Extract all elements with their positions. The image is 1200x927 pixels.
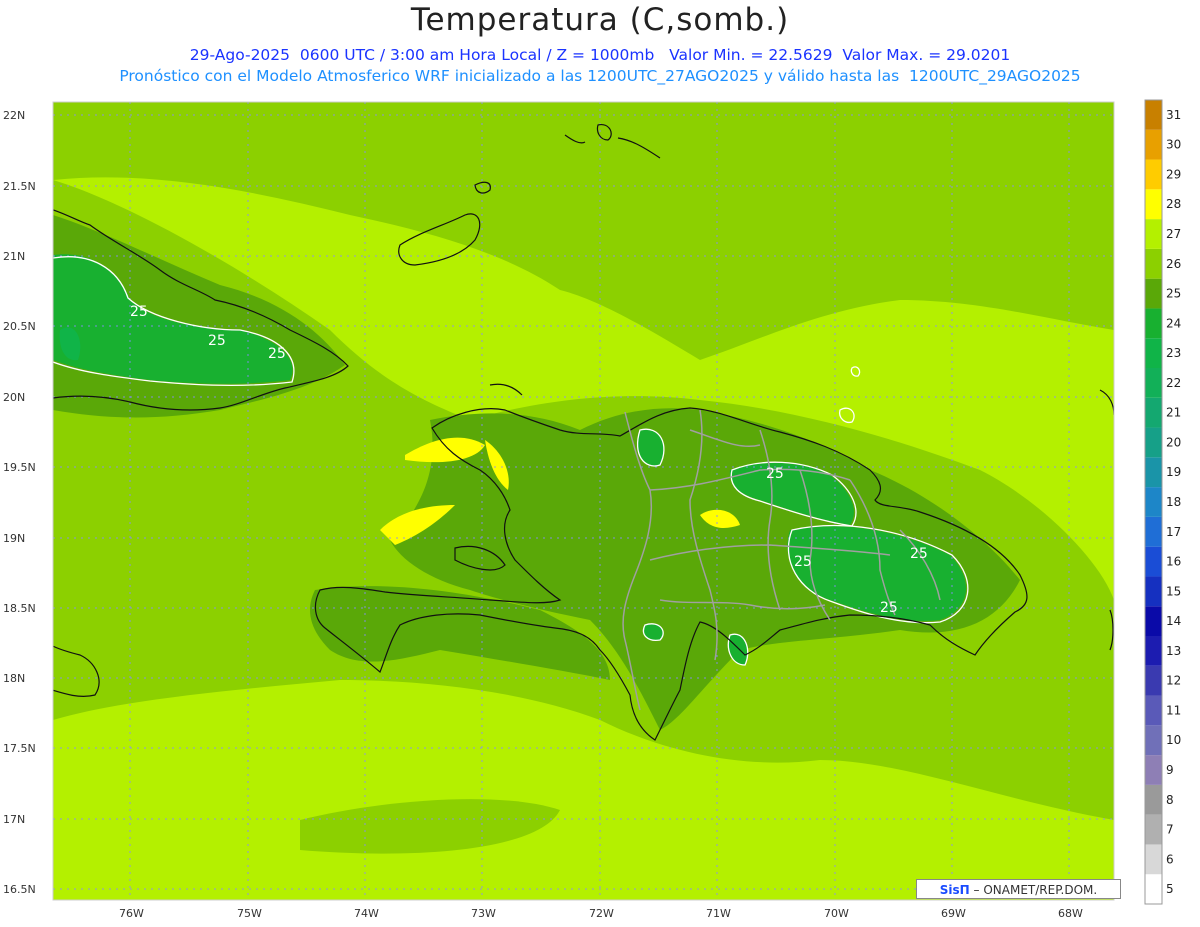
colorbar-swatch (1145, 814, 1162, 845)
contour-label-25: 25 (880, 600, 898, 616)
sispi-logo-text: SisΠ (939, 883, 970, 897)
colorbar-swatch (1145, 159, 1162, 190)
colorbar-label: 27 (1166, 227, 1181, 241)
colorbar-label: 12 (1166, 674, 1181, 688)
lat-label: 18N (3, 672, 25, 685)
colorbar-swatch (1145, 784, 1162, 815)
colorbar-label: 23 (1166, 346, 1181, 360)
colorbar-label: 20 (1166, 435, 1181, 449)
colorbar-label: 14 (1166, 614, 1181, 628)
colorbar-swatch (1145, 100, 1162, 130)
colorbar-swatch (1145, 695, 1162, 726)
colorbar-swatch (1145, 308, 1162, 339)
contour-label-25: 25 (910, 546, 928, 562)
colorbar-label: 5 (1166, 882, 1174, 896)
colorbar-label: 28 (1166, 197, 1181, 211)
colorbar-label: 26 (1166, 257, 1181, 271)
lon-label: 69W (941, 907, 966, 920)
lat-label: 18.5N (3, 602, 36, 615)
contour-label-25: 25 (794, 554, 812, 570)
colorbar-label: 31 (1166, 108, 1181, 122)
contour-label-25: 25 (208, 333, 226, 349)
colorbar-label: 17 (1166, 525, 1181, 539)
colorbar-swatch (1145, 874, 1162, 904)
colorbar-swatch (1145, 665, 1162, 696)
lon-label: 70W (824, 907, 849, 920)
colorbar-swatch (1145, 248, 1162, 279)
colorbar-label: 25 (1166, 287, 1181, 301)
lon-label: 72W (589, 907, 614, 920)
colorbar-swatch (1145, 844, 1162, 875)
temperature-map: 25 25 25 25 25 25 25 22N 21.5N 21N 20.5N… (3, 99, 1181, 920)
colorbar-label: 16 (1166, 555, 1181, 569)
lat-label: 20N (3, 391, 25, 404)
lon-label: 75W (237, 907, 262, 920)
colorbar-swatch (1145, 338, 1162, 368)
lon-label: 73W (471, 907, 496, 920)
colorbar-swatch (1145, 755, 1162, 785)
lon-label: 68W (1058, 907, 1083, 920)
lat-label: 22N (3, 109, 25, 122)
latitude-axis: 22N 21.5N 21N 20.5N 20N 19.5N 19N 18.5N … (3, 109, 36, 896)
lat-label: 21.5N (3, 180, 36, 193)
lat-label: 16.5N (3, 883, 36, 896)
contour-label-25: 25 (130, 304, 148, 320)
lat-label: 20.5N (3, 320, 36, 333)
colorbar-label: 8 (1166, 793, 1174, 807)
colorbar: 5 6 7 8 9 10 11 12 13 14 15 16 17 18 19 20 21 22 23 24 25 26 2… (1144, 99, 1181, 905)
colorbar-swatch (1145, 189, 1162, 220)
colorbar-label: 21 (1166, 406, 1181, 420)
lat-label: 19.5N (3, 461, 36, 474)
colorbar-label: 19 (1166, 465, 1181, 479)
colorbar-label: 15 (1166, 584, 1181, 598)
colorbar-label: 18 (1166, 495, 1181, 509)
colorbar-swatch (1145, 516, 1162, 547)
credit-text: – ONAMET/REP.DOM. (969, 883, 1098, 897)
lat-label: 19N (3, 532, 25, 545)
colorbar-label: 7 (1166, 823, 1174, 837)
colorbar-swatch (1145, 368, 1162, 398)
map-plot-area: 25 25 25 25 25 25 25 (53, 102, 1114, 900)
lon-label: 76W (119, 907, 144, 920)
colorbar-label: 29 (1166, 167, 1181, 181)
colorbar-swatch (1145, 457, 1162, 488)
colorbar-swatch (1145, 219, 1162, 249)
lat-label: 17.5N (3, 742, 36, 755)
lat-label: 21N (3, 250, 25, 263)
colorbar-swatch (1145, 606, 1162, 636)
contour-label-25: 25 (268, 346, 286, 362)
lat-label: 17N (3, 813, 25, 826)
colorbar-swatch (1145, 129, 1162, 160)
lon-label: 74W (354, 907, 379, 920)
colorbar-swatch (1145, 427, 1162, 458)
colorbar-label: 10 (1166, 733, 1181, 747)
colorbar-label: 22 (1166, 376, 1181, 390)
contour-label-25: 25 (766, 466, 784, 482)
colorbar-swatch (1145, 278, 1162, 309)
longitude-axis: 76W 75W 74W 73W 72W 71W 70W 69W 68W (119, 907, 1083, 920)
colorbar-label: 24 (1166, 316, 1181, 330)
colorbar-swatch (1145, 636, 1162, 666)
colorbar-swatch (1145, 397, 1162, 428)
lon-label: 71W (706, 907, 731, 920)
colorbar-label: 13 (1166, 644, 1181, 658)
colorbar-swatch (1145, 487, 1162, 517)
colorbar-label: 11 (1166, 703, 1181, 717)
colorbar-swatch (1145, 546, 1162, 577)
colorbar-label: 9 (1166, 763, 1174, 777)
colorbar-label: 6 (1166, 852, 1174, 866)
colorbar-label: 30 (1166, 138, 1181, 152)
colorbar-swatch (1145, 576, 1162, 607)
credit-box: SisΠ – ONAMET/REP.DOM. (916, 879, 1121, 899)
colorbar-swatch (1145, 725, 1162, 756)
